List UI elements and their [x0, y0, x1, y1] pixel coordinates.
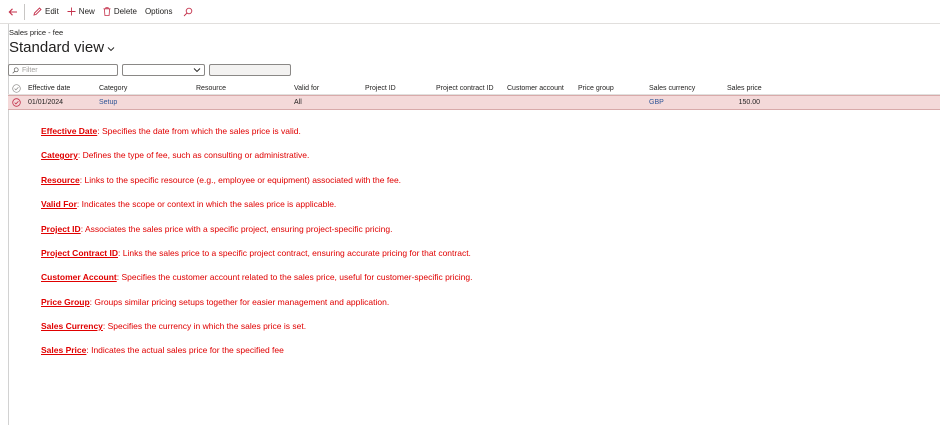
- annotation-term: Project Contract ID: [41, 248, 118, 258]
- view-selector[interactable]: Standard view: [9, 39, 115, 56]
- annotation-term: Sales Price: [41, 345, 87, 355]
- annotation-text: : Groups similar pricing setups together…: [89, 297, 390, 307]
- page-title: Standard view: [9, 39, 105, 56]
- column-header-valid-for[interactable]: Valid for: [294, 82, 319, 94]
- annotation-project-id: Project ID: Associates the sales price w…: [41, 224, 393, 234]
- column-header-customer-account[interactable]: Customer account: [507, 82, 564, 94]
- column-header-price-group[interactable]: Price group: [578, 82, 614, 94]
- annotation-text: : Specifies the currency in which the sa…: [102, 321, 307, 331]
- filter-field-dropdown[interactable]: [122, 64, 205, 76]
- annotation-effective-date: Effective Date: Specifies the date from …: [41, 126, 301, 136]
- grid-header: Effective date Category Resource Valid f…: [8, 82, 940, 95]
- column-header-project-contract-id[interactable]: Project contract ID: [436, 82, 494, 94]
- breadcrumb: Sales price - fee: [9, 28, 64, 37]
- annotation-text: : Indicates the scope or context in whic…: [76, 199, 337, 209]
- annotation-term: Project ID: [41, 224, 81, 234]
- plus-icon: [67, 7, 76, 16]
- check-circle-icon: [12, 83, 21, 93]
- action-pane: Edit New Delete Options: [0, 0, 940, 24]
- delete-button[interactable]: Delete: [99, 1, 141, 23]
- annotation-term: Customer Account: [41, 272, 117, 282]
- annotation-text: : Links the sales price to a specific pr…: [118, 248, 471, 258]
- annotation-term: Sales Currency: [41, 321, 103, 331]
- toolbar-divider: [24, 3, 25, 20]
- options-button[interactable]: Options: [141, 1, 177, 23]
- edit-button[interactable]: Edit: [29, 1, 63, 23]
- chevron-down-icon: [107, 46, 115, 52]
- annotation-term: Price Group: [41, 297, 90, 307]
- annotation-term: Resource: [41, 175, 80, 185]
- annotation-resource: Resource: Links to the specific resource…: [41, 175, 401, 185]
- new-button[interactable]: New: [63, 1, 99, 23]
- column-header-effective-date[interactable]: Effective date: [28, 82, 70, 94]
- annotation-category: Category: Defines the type of fee, such …: [41, 150, 309, 160]
- back-arrow-icon: [8, 7, 17, 16]
- annotation-text: : Specifies the customer account related…: [116, 272, 473, 282]
- annotation-term: Valid For: [41, 199, 77, 209]
- select-all-checkbox[interactable]: [12, 82, 21, 94]
- filter-input[interactable]: Filter: [8, 64, 118, 76]
- annotation-project-contract-id: Project Contract ID: Links the sales pri…: [41, 248, 471, 258]
- cell-valid-for[interactable]: All: [294, 96, 302, 109]
- delete-label: Delete: [113, 7, 137, 16]
- annotation-sales-currency: Sales Currency: Specifies the currency i…: [41, 321, 306, 331]
- annotation-text: : Specifies the date from which the sale…: [97, 126, 301, 136]
- table-row[interactable]: 01/01/2024 Setup All GBP 150.00: [8, 95, 940, 110]
- annotation-sales-price: Sales Price: Indicates the actual sales …: [41, 345, 284, 355]
- back-button[interactable]: [2, 1, 24, 23]
- cell-category[interactable]: Setup: [99, 96, 117, 109]
- annotation-term: Category: [41, 150, 78, 160]
- annotation-term: Effective Date: [41, 126, 98, 136]
- cell-effective-date[interactable]: 01/01/2024: [28, 96, 63, 109]
- annotation-valid-for: Valid For: Indicates the scope or contex…: [41, 199, 336, 209]
- filter-placeholder: Filter: [22, 66, 38, 74]
- check-circle-icon: [12, 98, 21, 107]
- annotation-text: : Defines the type of fee, such as consu…: [77, 150, 310, 160]
- column-header-sales-price[interactable]: Sales price: [727, 82, 762, 94]
- annotation-price-group: Price Group: Groups similar pricing setu…: [41, 297, 389, 307]
- column-header-category[interactable]: Category: [99, 82, 127, 94]
- cell-sales-currency[interactable]: GBP: [649, 96, 664, 109]
- edit-label: Edit: [45, 7, 59, 16]
- annotation-text: : Indicates the actual sales price for t…: [86, 345, 284, 355]
- column-header-project-id[interactable]: Project ID: [365, 82, 396, 94]
- column-header-sales-currency[interactable]: Sales currency: [649, 82, 695, 94]
- pencil-icon: [33, 7, 42, 16]
- new-label: New: [78, 7, 95, 16]
- filter-apply-button[interactable]: [209, 64, 291, 76]
- column-header-resource[interactable]: Resource: [196, 82, 226, 94]
- annotation-text: : Associates the sales price with a spec…: [80, 224, 393, 234]
- search-icon: [12, 66, 19, 74]
- row-select-checkbox[interactable]: [12, 96, 21, 109]
- cell-sales-price[interactable]: 150.00: [708, 96, 760, 109]
- search-icon[interactable]: [183, 7, 193, 17]
- chevron-down-icon: [193, 67, 201, 73]
- trash-icon: [103, 7, 111, 16]
- annotation-text: : Links to the specific resource (e.g., …: [79, 175, 402, 185]
- options-label: Options: [144, 7, 173, 16]
- annotation-customer-account: Customer Account: Specifies the customer…: [41, 272, 472, 282]
